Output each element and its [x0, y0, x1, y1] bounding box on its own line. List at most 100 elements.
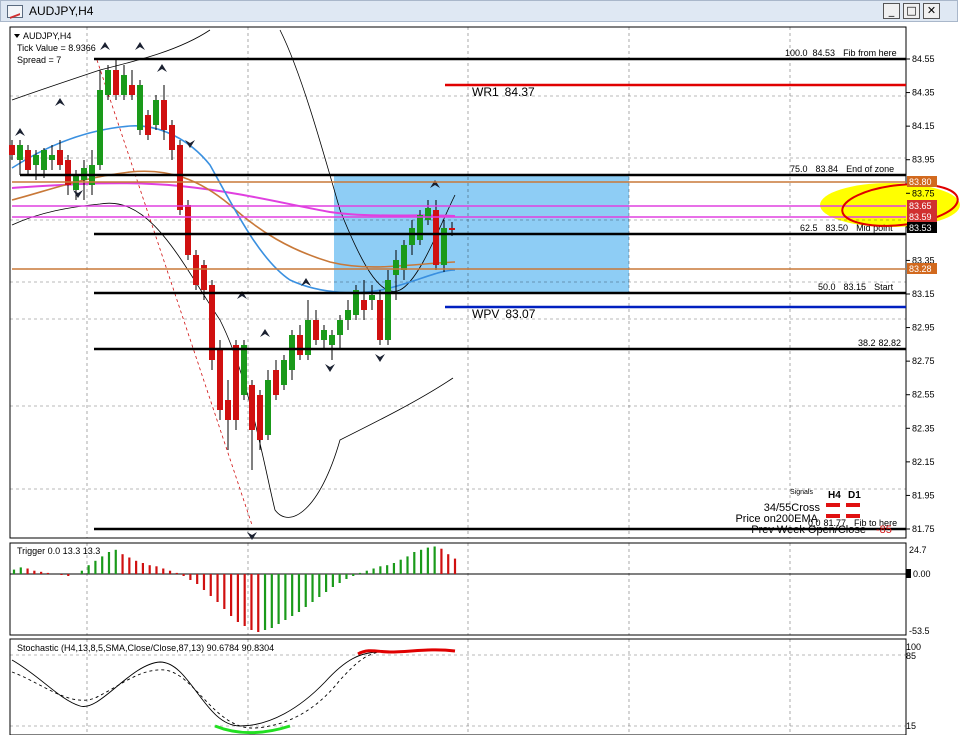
price-badge-label: 83.65: [909, 201, 932, 211]
candle-body: [185, 205, 191, 255]
candle-body: [57, 150, 63, 165]
candle-body: [177, 145, 183, 210]
fib-62-label: 62.5 83.50 Mid point: [800, 223, 893, 233]
candle-body: [329, 335, 335, 345]
fib-50-label: 50.0 83.15 Start: [818, 282, 894, 292]
candle-body: [129, 85, 135, 95]
candle-body: [33, 155, 39, 165]
price-axis: 84.5584.3584.1583.9583.7583.5583.3583.15…: [906, 54, 935, 534]
stochastic-label: Stochastic (H4,13,8,5,SMA,Close/Close,87…: [17, 643, 274, 653]
candle-body: [417, 215, 423, 240]
price-tick-label: 82.15: [912, 457, 935, 467]
chart-window: AUDJPY,H4 _ □ ✕ WR1 84.37 WPV 83.07 100.…: [0, 0, 960, 735]
price-tick-label: 83.75: [912, 188, 935, 198]
maximize-button[interactable]: □: [903, 3, 920, 19]
candle-body: [233, 345, 239, 420]
chart-canvas[interactable]: WR1 84.37 WPV 83.07 100.0 84.53 Fib from her…: [0, 22, 960, 735]
candle-body: [169, 125, 175, 150]
trigger-tick-zero: 0.00: [913, 569, 931, 579]
price-badge-label: 83.28: [909, 264, 932, 274]
close-button[interactable]: ✕: [923, 3, 940, 19]
candle-body: [281, 360, 287, 385]
price-tick-label: 83.95: [912, 155, 935, 165]
candle-body: [113, 70, 119, 95]
candle-body: [193, 255, 199, 285]
trigger-zero-marker: [906, 569, 911, 578]
candle-body: [321, 330, 327, 340]
candle-body: [225, 400, 231, 420]
chart-window-icon: [7, 5, 23, 18]
info-symbol: AUDJPY,H4: [23, 31, 71, 41]
candle-body: [393, 260, 399, 275]
stochastic-tick-15: 15: [906, 721, 916, 731]
stochastic-panel: [9, 638, 907, 735]
candle-body: [25, 150, 31, 170]
candle-body: [345, 310, 351, 320]
signal-d1-cross: [846, 503, 860, 507]
candle-body: [409, 228, 415, 245]
candle-body: [433, 210, 439, 265]
signal-h4-cross: [826, 503, 840, 507]
candle-body: [65, 160, 71, 185]
price-tick-label: 84.35: [912, 88, 935, 98]
candle-body: [241, 345, 247, 395]
candle-body: [449, 228, 455, 230]
signals-col-d1: D1: [848, 490, 861, 501]
candle-body: [401, 245, 407, 270]
candle-body: [313, 320, 319, 340]
price-tick-label: 81.75: [912, 524, 935, 534]
candle-body: [377, 300, 383, 340]
price-tick-label: 83.15: [912, 289, 935, 299]
candle-body: [145, 115, 151, 135]
price-tick-label: 82.75: [912, 356, 935, 366]
signals-col-h4: H4: [828, 490, 841, 501]
signals-header: Signals: [790, 489, 813, 496]
signal-prevweek-value: -85: [876, 524, 892, 536]
candle-body: [137, 85, 143, 130]
price-tick-label: 84.55: [912, 54, 935, 64]
candle-body: [217, 350, 223, 410]
candle-body: [289, 335, 295, 370]
trigger-panel: [9, 542, 907, 636]
candle-body: [49, 155, 55, 160]
window-title: AUDJPY,H4: [29, 4, 94, 18]
price-tick-label: 82.35: [912, 423, 935, 433]
price-tick-label: 84.15: [912, 121, 935, 131]
stochastic-tick-85: 85: [906, 651, 916, 661]
title-bar[interactable]: AUDJPY,H4 _ □ ✕: [0, 0, 958, 22]
candle-body: [17, 145, 23, 160]
candle-body: [249, 385, 255, 430]
info-tick-value: Tick Value = 8.9366: [17, 43, 96, 53]
signal-d1-ema: [846, 514, 860, 518]
trigger-tick-top: 24.7: [909, 545, 927, 555]
price-badge-label: 83.53: [909, 223, 932, 233]
price-badge-label: 83.80: [909, 177, 932, 187]
fib-38-label: 38.2 82.82: [858, 338, 901, 348]
signal-row-prevweek: Prev Week Open/Close: [751, 524, 866, 536]
candle-body: [337, 320, 343, 335]
candle-body: [369, 295, 375, 300]
price-tick-label: 81.95: [912, 490, 935, 500]
candle-body: [385, 280, 391, 340]
candle-body: [297, 335, 303, 355]
price-tick-label: 82.55: [912, 390, 935, 400]
candle-body: [257, 395, 263, 440]
candle-body: [121, 75, 127, 95]
candle-body: [9, 145, 15, 155]
trigger-label: Trigger 0.0 13.3 13.3: [17, 546, 100, 556]
candle-body: [273, 370, 279, 395]
price-highlight: [820, 183, 960, 227]
info-spread: Spread = 7: [17, 55, 61, 65]
candle-body: [361, 300, 367, 310]
candle-body: [161, 100, 167, 130]
candle-body: [97, 90, 103, 165]
price-badge-label: 83.59: [909, 212, 932, 222]
candle-body: [153, 100, 159, 125]
trigger-tick-bottom: -53.5: [909, 626, 930, 636]
candle-body: [105, 70, 111, 95]
signal-h4-ema: [826, 514, 840, 518]
candle-body: [265, 380, 271, 435]
candle-body: [425, 208, 431, 220]
candle-body: [41, 150, 47, 170]
minimize-button[interactable]: _: [883, 3, 900, 19]
